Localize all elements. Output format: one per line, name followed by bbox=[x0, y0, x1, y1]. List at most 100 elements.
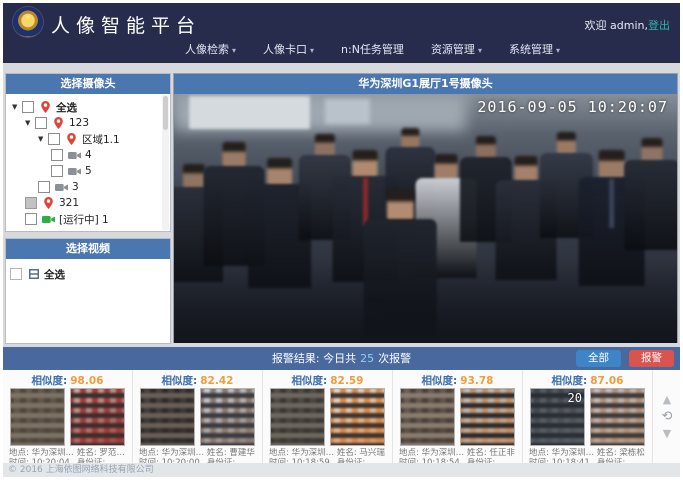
tree-item[interactable]: 4 bbox=[8, 147, 168, 163]
tree-item[interactable]: 321 bbox=[8, 195, 168, 211]
reference-face-image bbox=[330, 388, 385, 446]
chevron-up-icon[interactable]: ▲ bbox=[663, 395, 671, 405]
alarm-result-label: 报警结果: 今日共 bbox=[272, 352, 356, 365]
chevron-down-icon[interactable]: ▼ bbox=[663, 429, 671, 439]
reference-face-image bbox=[70, 388, 125, 446]
alarm-card-list: 相似度:98.06地点: 华为深圳...姓名: 罗范薇芬时间: 10:20:04… bbox=[3, 370, 652, 464]
expander-icon[interactable]: ▼ bbox=[12, 103, 22, 111]
camera-panel-title: 选择摄像头 bbox=[6, 74, 170, 94]
captured-face-image: 20 bbox=[530, 388, 585, 446]
tree-item[interactable]: ▼区域1.1 bbox=[8, 131, 168, 147]
video-timestamp-overlay: 2016-09-05 10:20:07 bbox=[477, 98, 668, 116]
captured-face-image bbox=[400, 388, 455, 446]
scene-screen bbox=[325, 99, 370, 124]
tree-item[interactable]: 3 bbox=[8, 179, 168, 195]
camera-tree-scrollbar[interactable] bbox=[162, 95, 169, 230]
reference-face-image bbox=[200, 388, 255, 446]
tree-item-label: 321 bbox=[59, 197, 79, 209]
alarm-button[interactable]: 报警 bbox=[629, 350, 674, 367]
similarity-row: 相似度:82.59 bbox=[269, 373, 386, 387]
alarm-meta: 地点: 华为深圳G...姓名: 梁栋松时间: 10:18:41身份证: bbox=[529, 448, 646, 463]
nav-item-2[interactable]: 人像卡口▾ bbox=[263, 41, 314, 57]
tree-item[interactable]: ▼123 bbox=[8, 115, 168, 131]
checkbox[interactable] bbox=[22, 101, 34, 113]
alarm-pager: ▲ ⟲ ▼ bbox=[652, 370, 680, 464]
captured-face-image bbox=[10, 388, 65, 446]
camera-tree: ▼ 全选▼123▼区域1.1 4 53 321 [运行中] 1 bbox=[6, 94, 170, 231]
similarity-value: 87.06 bbox=[590, 375, 623, 387]
camera-icon bbox=[67, 151, 82, 160]
similarity-value: 82.59 bbox=[330, 375, 363, 387]
checkbox[interactable] bbox=[35, 117, 47, 129]
alarm-result-bar: 报警结果: 今日共25次报警 全部报警 bbox=[3, 347, 680, 370]
tree-item-label: 全选 bbox=[56, 100, 77, 115]
expander-icon[interactable]: ▼ bbox=[38, 135, 48, 143]
scene-whiteboard bbox=[189, 96, 310, 128]
checkbox[interactable] bbox=[38, 181, 50, 193]
alarm-meta: 地点: 华为深圳G...姓名: 马兴瑞时间: 10:18:59身份证: bbox=[269, 448, 386, 463]
video-panel-title: 选择视频 bbox=[6, 239, 170, 259]
checkbox[interactable] bbox=[10, 268, 22, 280]
app-header: ★ 人像智能平台 欢迎 admin,登出 人像检索▾人像卡口▾n:N任务管理资源… bbox=[3, 3, 680, 63]
nav-item-label: 资源管理 bbox=[431, 43, 475, 56]
person-figure bbox=[624, 138, 677, 250]
checkbox[interactable] bbox=[51, 149, 63, 161]
tree-item-label: [运行中] 1 bbox=[59, 212, 109, 227]
alarm-card-3[interactable]: 相似度:82.59 地点: 华为深圳G...姓名: 马兴瑞时间: 10:18:59… bbox=[262, 370, 392, 463]
app-window: ★ 人像智能平台 欢迎 admin,登出 人像检索▾人像卡口▾n:N任务管理资源… bbox=[3, 3, 680, 477]
footer: © 2016 上海依图网络科技有限公司 bbox=[3, 463, 680, 477]
main-nav: 人像检索▾人像卡口▾n:N任务管理资源管理▾系统管理▾ bbox=[185, 41, 560, 57]
similarity-label: 相似度: bbox=[162, 375, 198, 387]
alarm-name: 姓名: 马兴瑞 bbox=[337, 448, 386, 458]
all-button[interactable]: 全部 bbox=[576, 350, 621, 367]
checkbox[interactable] bbox=[51, 165, 63, 177]
alarm-location: 地点: 华为深圳G... bbox=[529, 448, 597, 458]
location-pin-icon bbox=[38, 101, 53, 113]
reference-face-image bbox=[590, 388, 645, 446]
alarm-card-1[interactable]: 相似度:98.06地点: 华为深圳...姓名: 罗范薇芬时间: 10:20:04… bbox=[3, 370, 132, 463]
expander-icon[interactable]: ▼ bbox=[25, 119, 35, 127]
video-select-panel: 选择视频 全选 bbox=[5, 238, 171, 344]
nav-item-label: 人像检索 bbox=[185, 43, 229, 56]
location-pin-icon bbox=[41, 197, 56, 209]
alarm-card-4[interactable]: 相似度:93.78 地点: 华为深圳G...姓名: 任正非时间: 10:18:54… bbox=[392, 370, 522, 463]
alarm-card-2[interactable]: 相似度:82.42地点: 华为深圳G...姓名: 曹建华时间: 10:20:00… bbox=[132, 370, 262, 463]
checkbox[interactable] bbox=[48, 133, 60, 145]
chevron-down-icon: ▾ bbox=[478, 46, 482, 55]
alarm-name: 姓名: 罗范薇芬 bbox=[77, 448, 126, 458]
tree-item[interactable]: [运行中] 1 bbox=[8, 211, 168, 227]
refresh-icon[interactable]: ⟲ bbox=[662, 412, 673, 422]
capture-overlay-text: 20 bbox=[568, 391, 582, 405]
tree-item-label: 4 bbox=[85, 149, 92, 161]
alarm-location: 地点: 华为深圳... bbox=[9, 448, 77, 458]
copyright-text: © 2016 上海依图网络科技有限公司 bbox=[8, 465, 154, 475]
logout-link[interactable]: 登出 bbox=[648, 19, 670, 32]
similarity-label: 相似度: bbox=[422, 375, 458, 387]
nav-item-5[interactable]: 系统管理▾ bbox=[509, 41, 560, 57]
similarity-value: 82.42 bbox=[200, 375, 233, 387]
alarm-meta: 地点: 华为深圳G...姓名: 任正非时间: 10:18:54身份证: bbox=[399, 448, 516, 463]
alarm-card-5[interactable]: 相似度:87.06 20 地点: 华为深圳G...姓名: 梁栋松时间: 10:18:… bbox=[522, 370, 652, 463]
nav-item-label: n:N任务管理 bbox=[341, 43, 404, 56]
alarm-name: 姓名: 梁栋松 bbox=[597, 448, 646, 458]
video-list-item[interactable]: 全选 bbox=[6, 259, 170, 283]
checkbox[interactable] bbox=[25, 197, 37, 209]
similarity-label: 相似度: bbox=[552, 375, 588, 387]
camera-select-panel: 选择摄像头 ▼ 全选▼123▼区域1.1 4 53 321 [运行中] 1 bbox=[5, 73, 171, 232]
camera-running-icon bbox=[41, 215, 56, 224]
video-list-icon bbox=[26, 269, 41, 279]
live-video-frame[interactable]: 2016-09-05 10:20:07 bbox=[174, 94, 677, 343]
checkbox[interactable] bbox=[25, 213, 37, 225]
tree-item[interactable]: ▼ 全选 bbox=[8, 99, 168, 115]
reference-face-image bbox=[460, 388, 515, 446]
similarity-row: 相似度:98.06 bbox=[9, 373, 126, 387]
nav-item-4[interactable]: 资源管理▾ bbox=[431, 41, 482, 57]
nav-item-1[interactable]: 人像检索▾ bbox=[185, 41, 236, 57]
tree-item[interactable]: 5 bbox=[8, 163, 168, 179]
nav-item-3[interactable]: n:N任务管理 bbox=[341, 41, 404, 57]
alarm-location: 地点: 华为深圳G... bbox=[399, 448, 467, 458]
similarity-label: 相似度: bbox=[32, 375, 68, 387]
captured-face-image bbox=[140, 388, 195, 446]
alarm-count: 25 bbox=[360, 352, 374, 365]
similarity-value: 93.78 bbox=[460, 375, 493, 387]
